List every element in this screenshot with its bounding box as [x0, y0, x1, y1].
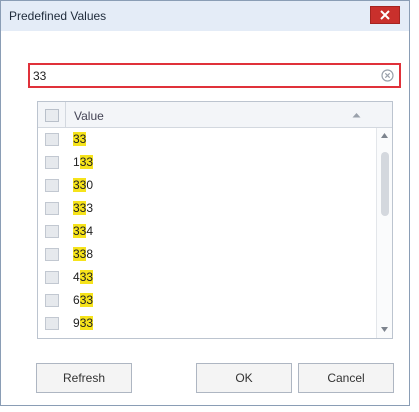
- match-highlight: 33: [73, 132, 87, 146]
- value-text: 3: [86, 201, 94, 215]
- value-text: 0: [86, 178, 94, 192]
- match-highlight: 33: [73, 178, 87, 192]
- match-highlight: 33: [79, 155, 94, 169]
- ok-button[interactable]: OK: [196, 363, 292, 393]
- match-highlight: 33: [73, 224, 87, 238]
- match-highlight: 33: [73, 247, 87, 261]
- row-checkbox[interactable]: [45, 225, 59, 238]
- row-value: 33: [73, 132, 87, 146]
- row-checkbox[interactable]: [45, 202, 59, 215]
- row-value: 334: [73, 224, 93, 238]
- row-checkbox[interactable]: [45, 179, 59, 192]
- row-value: 933: [73, 316, 94, 330]
- scroll-down-icon[interactable]: [381, 327, 388, 332]
- match-highlight: 33: [79, 293, 94, 307]
- value-text: 6: [73, 293, 80, 307]
- list-item[interactable]: 933: [38, 312, 374, 335]
- row-checkbox[interactable]: [45, 294, 59, 307]
- list-item[interactable]: 334: [38, 220, 374, 243]
- scroll-up-icon[interactable]: [381, 133, 388, 138]
- list-item[interactable]: 333: [38, 197, 374, 220]
- row-value: 633: [73, 293, 94, 307]
- value-text: 4: [86, 224, 94, 238]
- header-divider: [65, 102, 66, 128]
- title-bar: Predefined Values: [1, 1, 409, 31]
- row-value: 333: [73, 201, 93, 215]
- value-text: 8: [86, 247, 94, 261]
- list-item[interactable]: 338: [38, 243, 374, 266]
- select-all-checkbox[interactable]: [45, 109, 59, 122]
- row-value: 338: [73, 247, 93, 261]
- value-column-header[interactable]: Value: [74, 109, 104, 123]
- value-text: 4: [73, 270, 80, 284]
- list-item[interactable]: 330: [38, 174, 374, 197]
- match-highlight: 33: [79, 270, 94, 284]
- row-value: 133: [73, 155, 94, 169]
- sort-ascending-icon[interactable]: [352, 112, 361, 118]
- list-item[interactable]: 133: [38, 151, 374, 174]
- row-checkbox[interactable]: [45, 317, 59, 330]
- cancel-button[interactable]: Cancel: [298, 363, 394, 393]
- values-list: 33 133 330 333 334 338 433 633 933: [38, 128, 374, 335]
- value-text: 1: [73, 155, 80, 169]
- list-item[interactable]: 633: [38, 289, 374, 312]
- refresh-button[interactable]: Refresh: [36, 363, 132, 393]
- close-icon: [380, 10, 390, 20]
- close-button[interactable]: [370, 6, 400, 24]
- list-item[interactable]: 33: [38, 128, 374, 151]
- predefined-values-dialog: Predefined Values Value 3313333033333433…: [0, 0, 410, 406]
- scroll-thumb[interactable]: [381, 152, 389, 216]
- row-value: 433: [73, 270, 94, 284]
- row-checkbox[interactable]: [45, 271, 59, 284]
- list-item[interactable]: 433: [38, 266, 374, 289]
- match-highlight: 33: [73, 201, 87, 215]
- vertical-scrollbar[interactable]: [376, 128, 392, 338]
- row-value: 330: [73, 178, 93, 192]
- grid-header: Value: [38, 102, 392, 128]
- search-input[interactable]: [33, 67, 363, 84]
- search-box: [28, 63, 401, 88]
- dialog-title: Predefined Values: [9, 9, 107, 23]
- row-checkbox[interactable]: [45, 248, 59, 261]
- row-checkbox[interactable]: [45, 133, 59, 146]
- clear-search-icon[interactable]: [380, 68, 395, 83]
- match-highlight: 33: [79, 316, 94, 330]
- values-grid: Value 33 133 330 333 334 338 433 633 933: [37, 101, 393, 339]
- row-checkbox[interactable]: [45, 156, 59, 169]
- value-text: 9: [73, 316, 80, 330]
